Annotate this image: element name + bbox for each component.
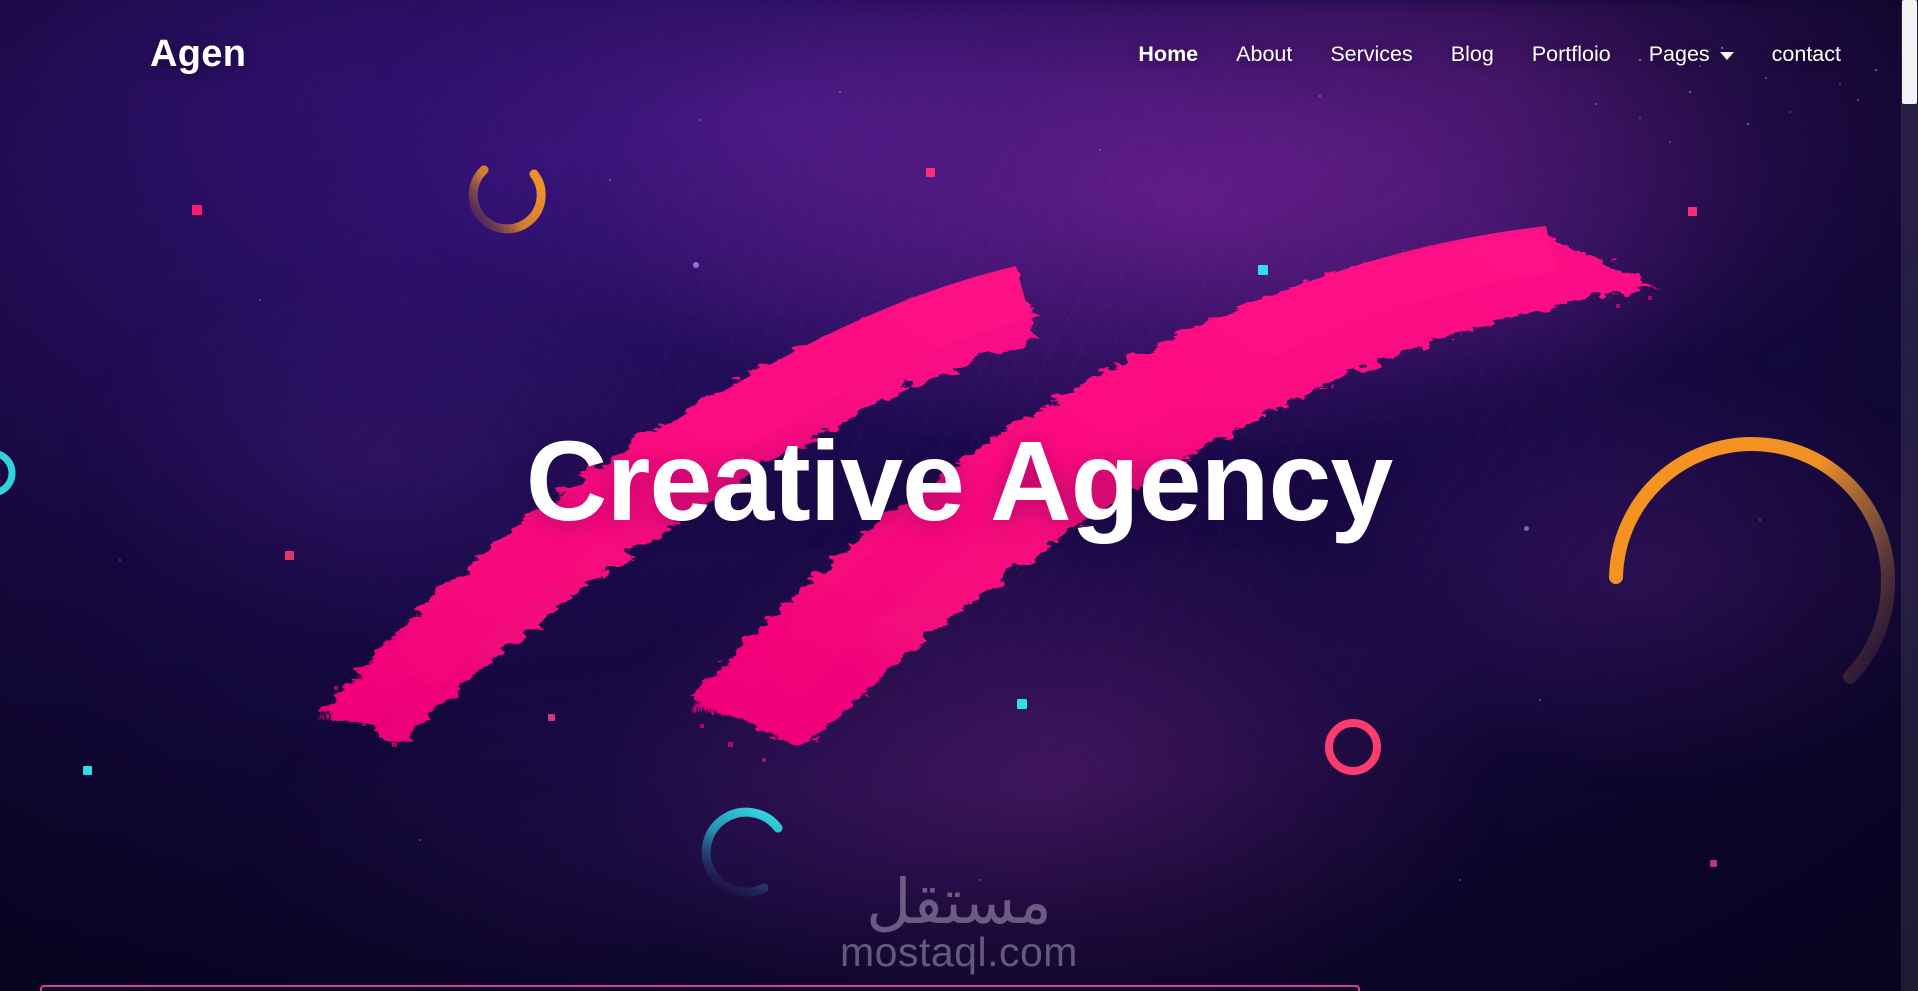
nav-item-blog[interactable]: Blog [1432, 34, 1513, 75]
nav-item-about[interactable]: About [1217, 34, 1311, 75]
hero-section: Agen Home About Services Blog Portfloio … [0, 0, 1918, 991]
nav-menu: Home About Services Blog Portfloio Pages [1119, 34, 1860, 75]
nav-item-services[interactable]: Services [1311, 34, 1431, 75]
nav-link-blog[interactable]: Blog [1432, 34, 1513, 75]
vertical-scrollbar-track[interactable] [1901, 0, 1918, 991]
nav-link-pages[interactable]: Pages [1630, 34, 1753, 75]
nav-link-about[interactable]: About [1217, 34, 1311, 75]
vertical-scrollbar-thumb[interactable] [1902, 0, 1917, 104]
nav-link-pages-label: Pages [1648, 41, 1710, 66]
nav-item-contact[interactable]: contact [1753, 34, 1860, 75]
nav-link-contact[interactable]: contact [1753, 34, 1860, 75]
nav-link-home[interactable]: Home [1119, 34, 1217, 75]
star-dust [119, 46, 1878, 881]
site-logo[interactable]: Agen [150, 33, 246, 76]
nav-link-services[interactable]: Services [1311, 34, 1431, 75]
nav-link-portfolio[interactable]: Portfloio [1513, 34, 1630, 75]
nav-item-pages[interactable]: Pages [1630, 34, 1753, 75]
nav-item-portfolio[interactable]: Portfloio [1513, 34, 1630, 75]
main-navigation: Agen Home About Services Blog Portfloio … [0, 0, 1918, 108]
nav-item-home[interactable]: Home [1119, 34, 1217, 75]
chevron-down-icon [1719, 52, 1734, 60]
next-section-peek [40, 985, 1360, 991]
